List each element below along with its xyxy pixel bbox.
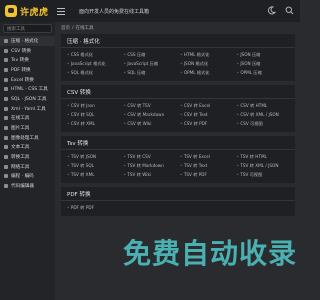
- category-icon: [4, 126, 8, 131]
- category-icon: [4, 58, 8, 63]
- category-icon: [4, 164, 8, 169]
- tool-link[interactable]: CSV 转 XML / JSON: [237, 112, 290, 118]
- sidebar-item[interactable]: 网络工具: [0, 162, 55, 172]
- category-icon: [4, 155, 8, 160]
- tool-link[interactable]: CSV 转 HTML: [237, 103, 290, 109]
- tool-panel: CSV 转换 CSV 转 Json CSV 转 TSV CSV 转 Excel …: [61, 85, 295, 132]
- tool-link[interactable]: TSV 转 Markdown: [124, 163, 177, 169]
- theme-toggle-icon[interactable]: [267, 6, 276, 15]
- sidebar-item[interactable]: 在线工具: [0, 114, 55, 124]
- category-icon: [4, 135, 8, 140]
- watermark-text: 免费自动收录: [123, 237, 298, 270]
- sidebar-item[interactable]: Xml · Yaml 工具: [0, 104, 55, 114]
- category-icon: [4, 48, 8, 53]
- sidebar-item[interactable]: PDF 转换: [0, 65, 55, 75]
- category-icon: [4, 77, 8, 82]
- tool-link[interactable]: TSV 转 SQL: [67, 163, 120, 169]
- tool-link[interactable]: JavaScript 格式化: [67, 61, 120, 67]
- tool-link[interactable]: JSON 压缩: [237, 61, 290, 67]
- tool-link[interactable]: CSS 格式化: [67, 52, 120, 58]
- panel-title: Tsv 转换: [61, 136, 295, 150]
- breadcrumb: 首页 / 在线工具: [61, 25, 94, 32]
- tool-link[interactable]: SQL 压缩: [124, 70, 177, 76]
- category-icon: [4, 184, 8, 189]
- tool-link[interactable]: JSON 压缩: [237, 52, 290, 58]
- tool-link[interactable]: TSV 转 HTML: [237, 154, 290, 160]
- sidebar-item[interactable]: 图像处理工具: [0, 133, 55, 143]
- category-icon: [4, 116, 8, 121]
- panel-title: 压缩 · 格式化: [61, 34, 295, 48]
- sidebar-item[interactable]: 转换工具: [0, 152, 55, 162]
- breadcrumb-separator: /: [72, 25, 74, 31]
- menu-toggle-icon[interactable]: [57, 5, 69, 17]
- watermark: 免费自动收录: [123, 232, 296, 292]
- tool-link[interactable]: JavaScript 压缩: [124, 61, 177, 67]
- tool-link[interactable]: CSV 转 Json: [67, 103, 120, 109]
- category-icon: [4, 96, 8, 101]
- tool-link[interactable]: CSV 转 Wiki: [124, 121, 177, 127]
- category-icon: [4, 38, 8, 43]
- tool-link[interactable]: PDF 转 PDF: [67, 205, 120, 211]
- tool-link[interactable]: SQL 格式化: [67, 70, 120, 76]
- tool-link[interactable]: TSV 转 PDF: [180, 172, 233, 178]
- tool-link[interactable]: CSV 转 Excel: [180, 103, 233, 109]
- category-icon: [4, 67, 8, 72]
- tool-link[interactable]: TSV 转 XML / JSON: [237, 163, 290, 169]
- brand-name: 许虎虎: [20, 7, 49, 18]
- tool-link[interactable]: CSV 转 XML: [67, 121, 120, 127]
- sidebar: 搜索工具 压缩 · 格式化 CSV 转换 Tsv 转换 PDF 转换 Excel…: [0, 22, 55, 300]
- panel-title: CSV 转换: [61, 85, 295, 99]
- sidebar-item[interactable]: CSV 转换: [0, 46, 55, 56]
- tool-link[interactable]: TSV 转 Text: [180, 163, 233, 169]
- search-icon[interactable]: [285, 6, 294, 15]
- panel-title: PDF 转换: [61, 187, 295, 201]
- site-tagline: 面向开发人员的免费在线工具箱: [79, 8, 150, 15]
- tool-panel: Tsv 转换 TSV 转 JSON TSV 转 CSV TSV 转 Excel …: [61, 136, 295, 183]
- sidebar-search-input[interactable]: 搜索工具: [3, 24, 52, 33]
- tool-link[interactable]: CSV 可视图: [237, 121, 290, 127]
- sidebar-item[interactable]: 文本工具: [0, 143, 55, 153]
- sidebar-item[interactable]: 压缩 · 格式化: [0, 36, 55, 46]
- tool-link[interactable]: OPML 压缩: [237, 70, 290, 76]
- category-icon: [4, 87, 8, 92]
- tool-link[interactable]: TSV 转 Excel: [180, 154, 233, 160]
- sidebar-item[interactable]: 图片工具: [0, 123, 55, 133]
- category-icon: [4, 106, 8, 111]
- tool-link[interactable]: JSON 格式化: [180, 61, 233, 67]
- breadcrumb-current: 在线工具: [75, 26, 94, 31]
- brand[interactable]: 许虎虎: [0, 0, 55, 22]
- tool-link[interactable]: TSV 可视图: [237, 172, 290, 178]
- tool-link[interactable]: TSV 转 Wiki: [124, 172, 177, 178]
- main-content: 压缩 · 格式化 CSS 格式化 CSS 压缩 HTML 格式化 JSON 压缩…: [61, 34, 295, 220]
- sidebar-item[interactable]: Excel 转换: [0, 75, 55, 85]
- sidebar-item[interactable]: 代码编辑器: [0, 181, 55, 191]
- tool-panel: PDF 转换 PDF 转 PDF: [61, 187, 295, 216]
- tool-link[interactable]: TSV 转 CSV: [124, 154, 177, 160]
- tiger-logo-icon: [5, 5, 17, 17]
- tool-link[interactable]: CSV 转 TSV: [124, 103, 177, 109]
- breadcrumb-home[interactable]: 首页: [61, 25, 70, 31]
- top-bar: 许虎虎 面向开发人员的免费在线工具箱: [0, 0, 300, 22]
- tool-link[interactable]: CSV 转 Markdown: [124, 112, 177, 118]
- sidebar-item[interactable]: HTML · CSS 工具: [0, 84, 55, 94]
- tool-link[interactable]: CSV 转 SQL: [67, 112, 120, 118]
- category-icon: [4, 145, 8, 150]
- tool-link[interactable]: TSV 转 XML: [67, 172, 120, 178]
- tool-link[interactable]: CSV 转 PDF: [180, 121, 233, 127]
- category-icon: [4, 174, 8, 179]
- sidebar-item[interactable]: SQL · JSON 工具: [0, 94, 55, 104]
- tool-link[interactable]: HTML 格式化: [180, 52, 233, 58]
- tool-link[interactable]: CSS 压缩: [124, 52, 177, 58]
- sidebar-item[interactable]: 编程 · 编码: [0, 172, 55, 182]
- tool-link[interactable]: CSV 转 Text: [180, 112, 233, 118]
- sidebar-item[interactable]: Tsv 转换: [0, 55, 55, 65]
- tool-panel: 压缩 · 格式化 CSS 格式化 CSS 压缩 HTML 格式化 JSON 压缩…: [61, 34, 295, 81]
- tool-link[interactable]: OPML 格式化: [180, 70, 233, 76]
- tool-link[interactable]: TSV 转 JSON: [67, 154, 120, 160]
